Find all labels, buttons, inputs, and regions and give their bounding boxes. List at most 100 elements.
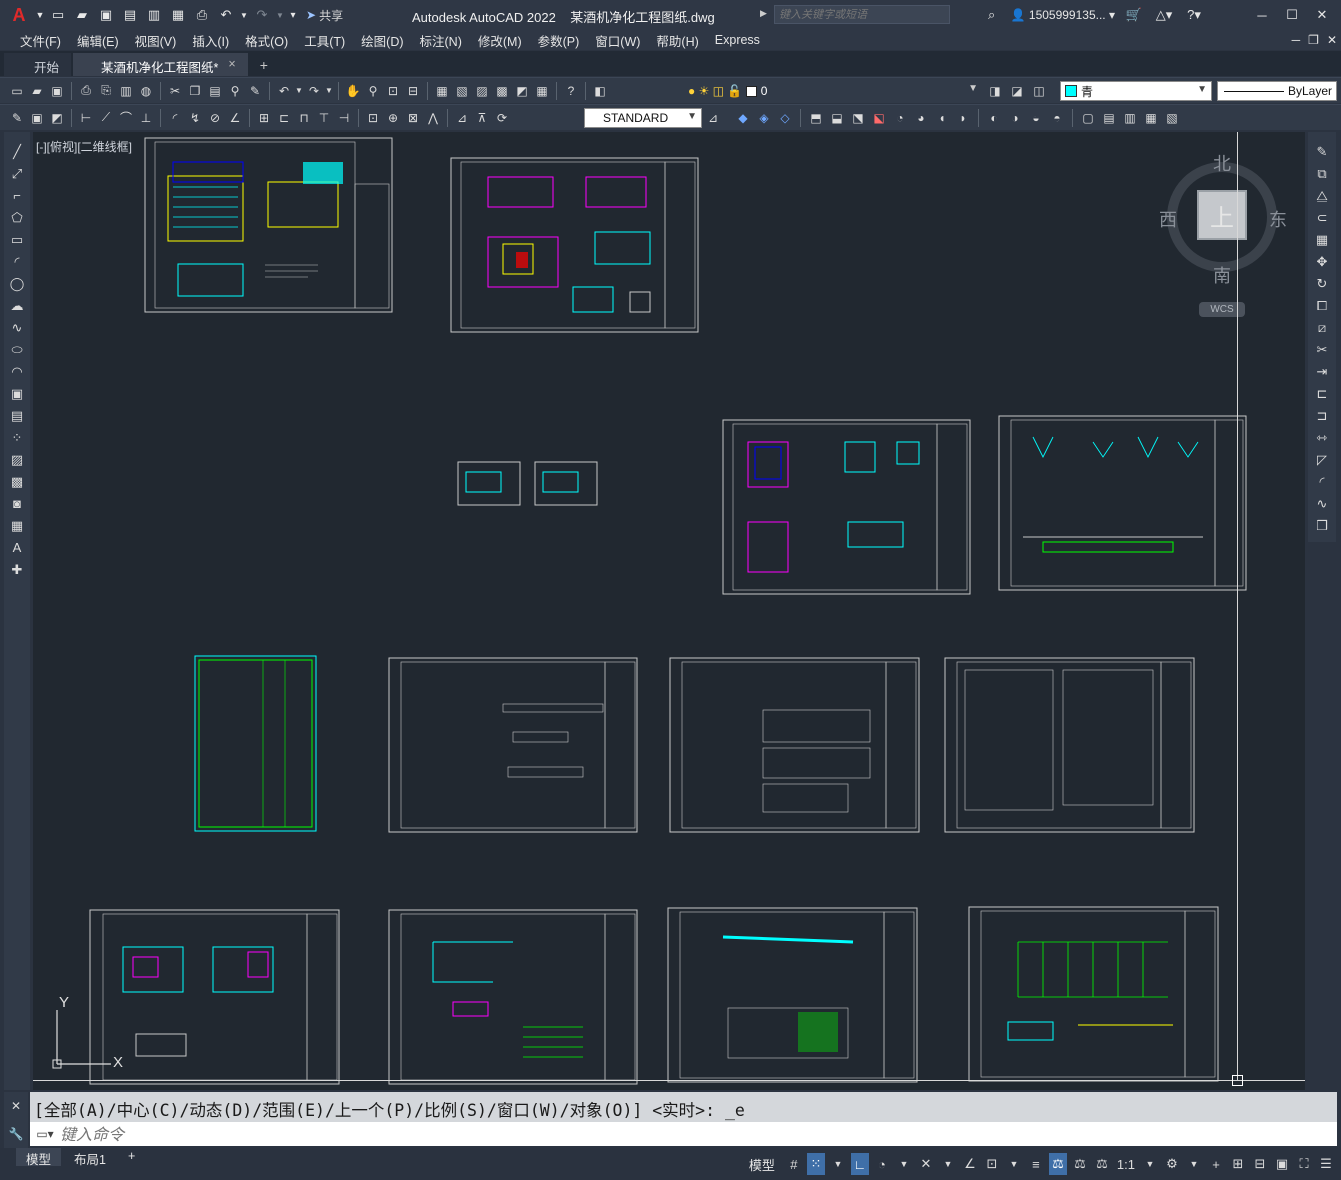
menu-parametric[interactable]: 参数(P) (530, 31, 588, 50)
customize-wrench-icon[interactable]: 🔧 (9, 1127, 24, 1141)
annotation-scale-icon[interactable]: ⚖ (1093, 1153, 1111, 1175)
drawing-restore-icon[interactable]: ❐ (1308, 33, 1319, 47)
block-editor-icon[interactable]: ✎ (246, 82, 264, 100)
slice-icon[interactable]: ▤ (1100, 109, 1118, 127)
explode-icon[interactable]: ❒ (1312, 516, 1332, 535)
compass-south-label[interactable]: 南 (1213, 262, 1231, 288)
menu-tools[interactable]: 工具(T) (296, 31, 353, 50)
extrude-faces-icon[interactable]: ⬒ (807, 109, 825, 127)
new-icon[interactable]: ▭ (8, 82, 26, 100)
snap-icon[interactable]: ⁙ (806, 1153, 825, 1175)
customize-qat-icon[interactable]: ▾ (288, 5, 298, 25)
layer-previous-icon[interactable]: ◪ (1008, 82, 1026, 100)
break-icon[interactable]: ⊐ (1312, 406, 1332, 425)
close-icon[interactable]: ✕ (11, 1099, 21, 1113)
construction-line-icon[interactable]: ⤢ (7, 164, 27, 183)
point-icon[interactable]: ⁘ (7, 428, 27, 447)
lineweight-icon[interactable]: ≡ (1027, 1153, 1045, 1175)
dim-edit-icon[interactable]: ⊿ (453, 109, 471, 127)
jogged-linear-icon[interactable]: ⋀ (424, 109, 442, 127)
minimize-window-icon[interactable]: ─ (1251, 8, 1273, 23)
layer-properties-icon[interactable]: ◧ (591, 82, 609, 100)
annotation-scale-value[interactable]: 1:1 (1115, 1153, 1137, 1175)
add-layout-button[interactable]: + (118, 1148, 145, 1166)
sheet-floor-plan-2[interactable] (450, 157, 699, 333)
design-center-icon[interactable]: ▧ (453, 82, 471, 100)
copy-icon[interactable]: ❐ (186, 82, 204, 100)
color-faces-icon[interactable]: ◗ (954, 109, 972, 127)
sheet-electrical[interactable] (968, 906, 1219, 1082)
object-snap-tracking-icon[interactable]: ∠ (961, 1153, 979, 1175)
new-file-icon[interactable]: ▭ (48, 5, 68, 25)
baseline-icon[interactable]: ⊏ (275, 109, 293, 127)
wcs-menu-button[interactable]: WCS (1199, 302, 1245, 317)
extend-icon[interactable]: ⇥ (1312, 362, 1332, 381)
grid-icon[interactable]: # (785, 1153, 803, 1175)
spline-icon[interactable]: ∿ (7, 318, 27, 337)
menu-dimension[interactable]: 标注(N) (412, 31, 470, 50)
menu-help[interactable]: 帮助(H) (648, 31, 706, 50)
blend-curves-icon[interactable]: ∿ (1312, 494, 1332, 513)
help-icon[interactable]: ?▾ (1183, 7, 1205, 23)
break-icon[interactable]: ⊣ (335, 109, 353, 127)
sheet-detail-1[interactable] (722, 419, 971, 595)
cut-icon[interactable]: ✂ (166, 82, 184, 100)
angular-icon[interactable]: ∠ (226, 109, 244, 127)
isodraft-dropdown-icon[interactable]: ▼ (939, 1153, 957, 1175)
radius-icon[interactable]: ◜ (166, 109, 184, 127)
taper-faces-icon[interactable]: ◕ (912, 109, 930, 127)
hatch-icon[interactable]: ▨ (7, 450, 27, 469)
interfere-icon[interactable]: ▦ (1142, 109, 1160, 127)
ortho-icon[interactable]: ∟ (850, 1153, 869, 1175)
layer-tool-icon[interactable]: ◩ (48, 109, 66, 127)
app-menu-arrow-icon[interactable]: ▼ (36, 5, 45, 25)
table-icon[interactable]: ▦ (7, 516, 27, 535)
polar-tracking-icon[interactable]: ◔ (873, 1153, 891, 1175)
move-icon[interactable]: ✥ (1312, 252, 1332, 271)
sheet-mini-2[interactable] (534, 461, 598, 506)
share-button[interactable]: ➤ 共享 (306, 7, 343, 24)
undo-icon[interactable]: ↶ (216, 5, 236, 25)
sheet-set-icon[interactable]: ▩ (493, 82, 511, 100)
redo-dropdown-icon[interactable]: ▼ (276, 5, 284, 25)
sheet-floor-plan-1[interactable] (144, 137, 393, 313)
rectangle-icon[interactable]: ▭ (7, 230, 27, 249)
open-icon[interactable]: ▰ (28, 82, 46, 100)
array-icon[interactable]: ▦ (1312, 230, 1332, 249)
compass-west-label[interactable]: 西 (1159, 206, 1177, 232)
paste-icon[interactable]: ▤ (206, 82, 224, 100)
viewcube[interactable]: 北 西 东 南 上 WCS (1159, 150, 1289, 320)
save-icon[interactable]: ▣ (48, 82, 66, 100)
snap-dropdown-icon[interactable]: ▼ (829, 1153, 847, 1175)
polar-dropdown-icon[interactable]: ▼ (895, 1153, 913, 1175)
sheet-spec-3[interactable] (944, 657, 1195, 833)
command-input[interactable] (60, 1124, 1260, 1144)
imprint-icon[interactable]: ◐ (985, 109, 1003, 127)
clean-icon[interactable]: ◑ (1006, 109, 1024, 127)
user-account[interactable]: 👤 1505999135... ▾ (1011, 8, 1115, 22)
erase-icon[interactable]: ✎ (1312, 142, 1332, 161)
subtract-icon[interactable]: ◈ (755, 109, 773, 127)
plot-preview-icon[interactable]: ⎘ (97, 82, 115, 100)
tab-layout1[interactable]: 布局1 (64, 1148, 116, 1167)
linear-dimension-icon[interactable]: ⊢ (77, 109, 95, 127)
menu-insert[interactable]: 插入(I) (184, 31, 237, 50)
ordinate-icon[interactable]: ⊥ (137, 109, 155, 127)
polygon-icon[interactable]: ⬠ (7, 208, 27, 227)
revision-cloud-icon[interactable]: ☁ (7, 296, 27, 315)
cart-icon[interactable]: 🛒 (1123, 7, 1145, 23)
ellipse-arc-icon[interactable]: ◠ (7, 362, 27, 381)
make-block-icon[interactable]: ▤ (7, 406, 27, 425)
tool-palettes-icon[interactable]: ▨ (473, 82, 491, 100)
redo-dropdown-icon[interactable]: ▼ (325, 82, 333, 100)
dimstyle-dropdown[interactable]: STANDARD ▼ (584, 108, 702, 128)
web-mobile-icon[interactable]: ▦ (168, 5, 188, 25)
check-icon[interactable]: ▢ (1079, 109, 1097, 127)
match-properties-icon[interactable]: ⚲ (226, 82, 244, 100)
gradient-icon[interactable]: ▩ (7, 472, 27, 491)
search-expand-icon[interactable]: ▶ (760, 8, 767, 19)
units-icon[interactable]: ⊞ (1229, 1153, 1247, 1175)
redo-icon[interactable]: ↷ (252, 5, 272, 25)
sheet-spec-2[interactable] (669, 657, 920, 833)
linetype-dropdown[interactable]: ByLayer (1217, 81, 1337, 101)
